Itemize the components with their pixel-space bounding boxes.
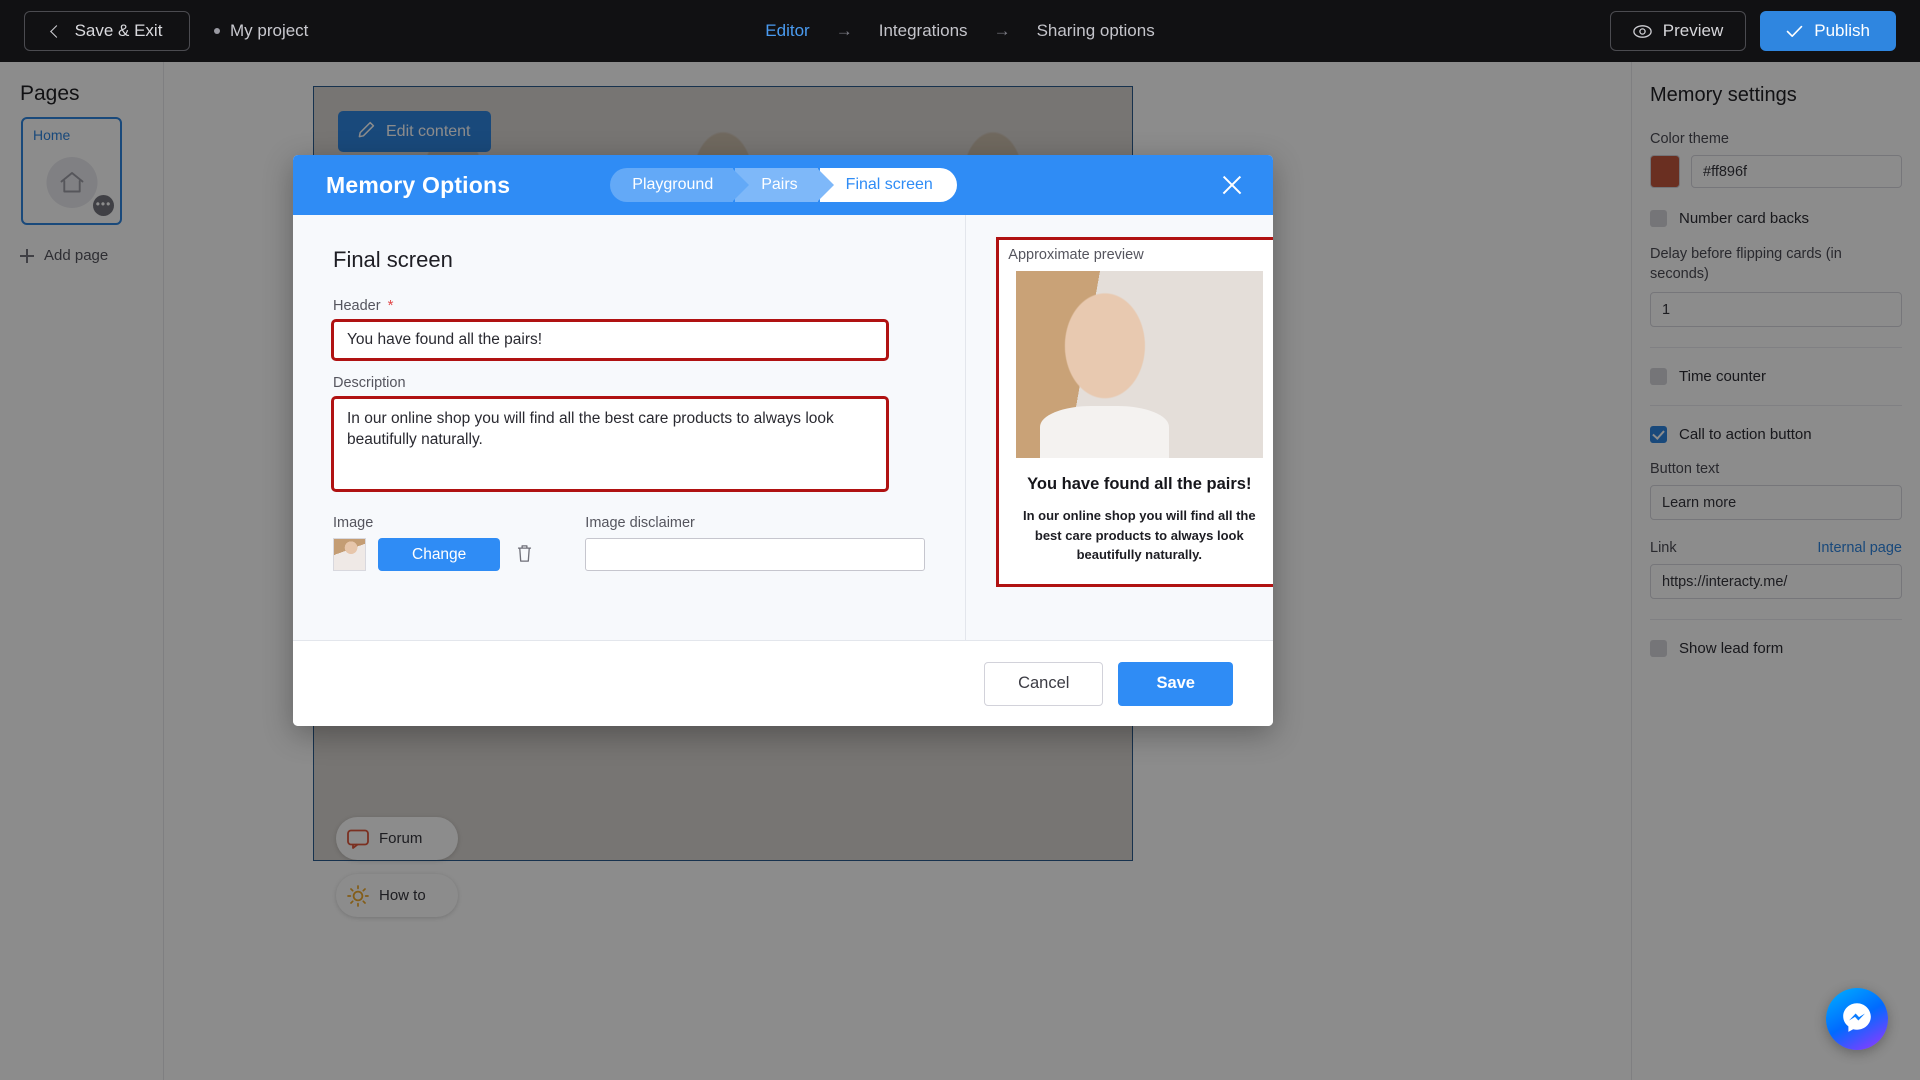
modal-footer: Cancel Save: [293, 640, 1273, 726]
modal-step-breadcrumb: Playground Pairs Final screen: [610, 168, 959, 202]
save-and-exit-label: Save & Exit: [74, 21, 163, 40]
breadcrumb-item-sharing-options[interactable]: Sharing options: [1037, 21, 1155, 41]
save-button[interactable]: Save: [1118, 661, 1233, 706]
publish-button-label: Publish: [1814, 21, 1870, 40]
close-icon[interactable]: [1217, 170, 1247, 200]
preview-header-text: You have found all the pairs!: [1027, 475, 1252, 493]
breadcrumb-item-integrations[interactable]: Integrations: [879, 21, 968, 41]
description-label-text: Description: [333, 375, 406, 391]
step-final-screen[interactable]: Final screen: [819, 168, 957, 202]
description-textarea[interactable]: [331, 396, 889, 492]
step-playground[interactable]: Playground: [610, 168, 750, 202]
image-block: Image Change: [333, 515, 537, 571]
image-disclaimer-label: Image disclaimer: [585, 515, 695, 531]
image-disclaimer-block: Image disclaimer: [585, 515, 926, 571]
header-input[interactable]: [331, 319, 889, 361]
delete-image-icon[interactable]: [512, 542, 537, 568]
description-field-label: Description: [333, 375, 925, 391]
image-controls: Change: [333, 538, 537, 571]
preview-button[interactable]: Preview: [1609, 11, 1747, 51]
form-section-title: Final screen: [333, 247, 453, 272]
approximate-preview-card: Approximate preview You have found all t…: [996, 237, 1273, 587]
modal-body: Final screen Header * Description Image …: [293, 215, 1273, 640]
modal-title: Memory Options: [326, 171, 511, 198]
preview-button-label: Preview: [1662, 21, 1724, 40]
breadcrumb: Editor → Integrations → Sharing options: [765, 21, 1154, 41]
required-asterisk: *: [387, 297, 394, 314]
save-and-exit-button[interactable]: Save & Exit: [24, 11, 190, 51]
messenger-chat-button[interactable]: [1826, 988, 1888, 1050]
step-final-screen-label: Final screen: [845, 176, 933, 193]
breadcrumb-arrow-icon: →: [835, 21, 853, 40]
top-bar: Save & Exit My project Editor → Integrat…: [0, 0, 1920, 62]
image-label: Image: [333, 515, 374, 531]
preview-image: [1015, 271, 1263, 458]
preview-description-text: In our online shop you will find all the…: [1023, 508, 1256, 562]
change-image-button[interactable]: Change: [378, 538, 501, 571]
modal-preview-pane: Approximate preview You have found all t…: [966, 215, 1273, 640]
chevron-left-icon: [49, 24, 63, 38]
step-playground-label: Playground: [632, 176, 714, 193]
breadcrumb-arrow-icon: →: [993, 21, 1011, 40]
breadcrumb-item-editor[interactable]: Editor: [765, 21, 809, 41]
messenger-icon: [1840, 1000, 1874, 1039]
header-field-label: Header *: [333, 297, 925, 314]
check-icon: [1786, 25, 1803, 38]
publish-button[interactable]: Publish: [1760, 11, 1896, 51]
project-name[interactable]: My project: [214, 21, 308, 41]
image-row: Image Change Image disclaimer: [333, 515, 926, 571]
step-pairs-label: Pairs: [761, 176, 798, 193]
eye-icon: [1633, 24, 1652, 38]
header-label-text: Header: [333, 297, 381, 314]
approximate-preview-label: Approximate preview: [1008, 247, 1144, 263]
project-name-label: My project: [230, 21, 309, 40]
status-dot-icon: [214, 28, 220, 34]
image-thumbnail: [333, 538, 366, 571]
modal-form: Final screen Header * Description Image …: [293, 215, 967, 640]
top-bar-actions: Preview Publish: [1609, 11, 1896, 51]
memory-options-modal: Memory Options Playground Pairs Final sc…: [293, 155, 1273, 726]
modal-header: Memory Options Playground Pairs Final sc…: [293, 155, 1273, 215]
image-disclaimer-input[interactable]: [585, 538, 926, 571]
cancel-button[interactable]: Cancel: [984, 661, 1104, 706]
